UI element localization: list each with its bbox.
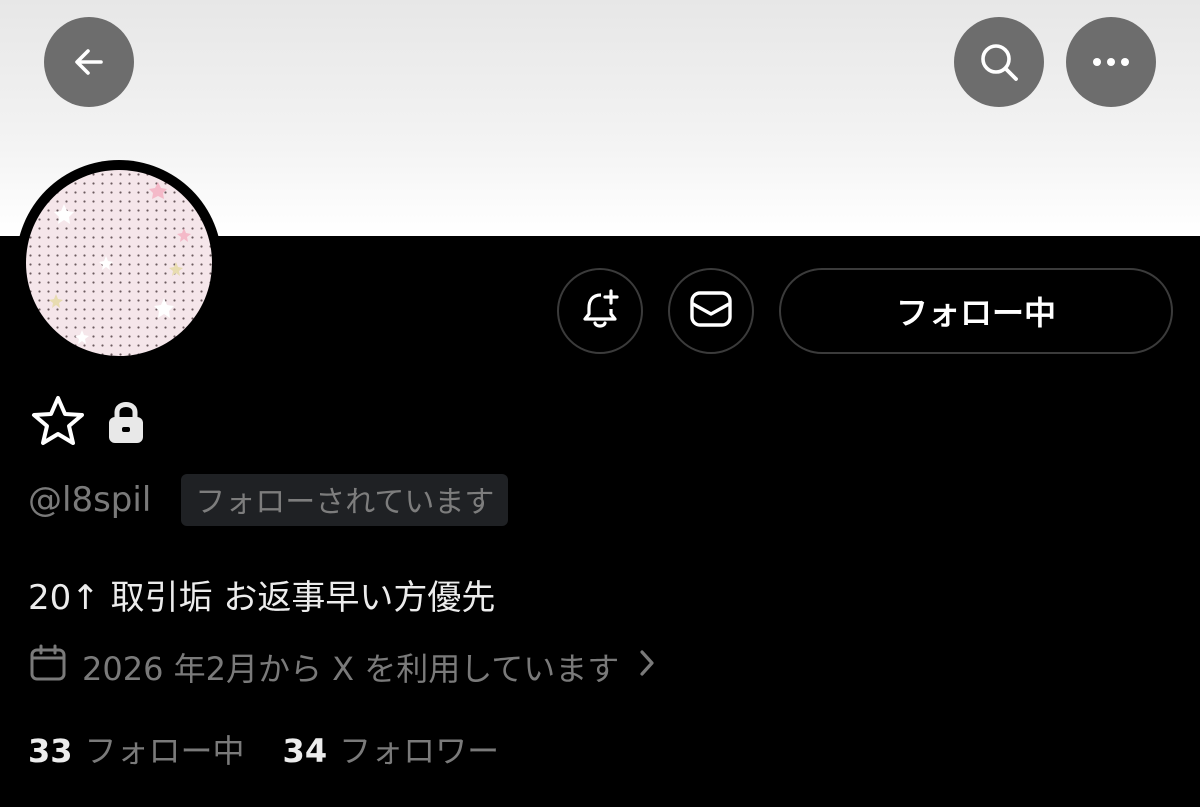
avatar-stars: [49, 182, 191, 344]
lock-icon: [106, 398, 146, 450]
chevron-right-icon: [637, 648, 657, 686]
message-button[interactable]: [668, 268, 754, 354]
avatar[interactable]: [26, 170, 212, 356]
follows-you-badge: フォローされています: [181, 474, 509, 526]
joined-date[interactable]: 2026 年2月から X を利用しています: [28, 644, 657, 690]
notification-button[interactable]: [557, 268, 643, 354]
display-name: [28, 394, 146, 454]
following-stat[interactable]: 33 フォロー中: [28, 726, 245, 772]
star-icon: [28, 393, 88, 455]
profile-page: フォロー中 @l8spil フォローされています 20↑ 取引垢 お返事早い方優…: [0, 0, 1200, 807]
following-label: フォロー中: [84, 732, 245, 770]
following-button[interactable]: フォロー中: [779, 268, 1173, 354]
search-icon: [976, 39, 1022, 85]
handle-row: @l8spil フォローされています: [28, 474, 509, 526]
joined-text: 2026 年2月から X を利用しています: [82, 650, 620, 688]
followers-stat[interactable]: 34 フォロワー: [283, 726, 500, 772]
more-horizontal-icon: [1089, 56, 1133, 68]
bio: 20↑ 取引垢 お返事早い方優先: [28, 578, 496, 618]
bell-plus-icon: [578, 287, 622, 335]
followers-label: フォロワー: [339, 732, 500, 770]
followers-count: 34: [282, 732, 328, 770]
handle: @l8spil: [28, 480, 152, 520]
calendar-icon: [28, 643, 68, 691]
follow-stats: 33 フォロー中 34 フォロワー: [28, 726, 499, 772]
back-button[interactable]: [44, 17, 134, 107]
arrow-left-icon: [69, 42, 109, 82]
more-button[interactable]: [1066, 17, 1156, 107]
search-button[interactable]: [954, 17, 1044, 107]
following-count: 33: [28, 732, 73, 770]
envelope-icon: [688, 289, 734, 333]
